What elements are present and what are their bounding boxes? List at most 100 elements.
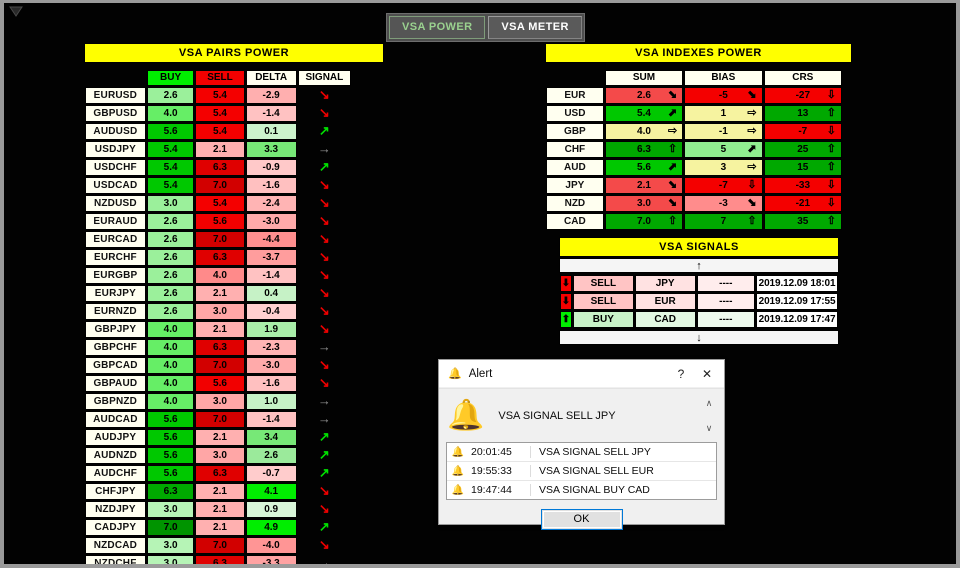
index-sum-value-cell: 7.0 ⇧ <box>604 213 684 230</box>
pairs-table-row[interactable]: AUDCHF 5.6 6.3 -0.7 ↗ <box>85 465 351 482</box>
tab-vsa-meter[interactable]: VSA METER <box>488 16 582 39</box>
pair-sell-value: 2.1 <box>195 429 245 446</box>
pairs-table-row[interactable]: NZDCHF 3.0 6.3 -3.3 → <box>85 554 351 568</box>
pairs-col-blank <box>85 70 146 86</box>
pairs-table-row[interactable]: GBPCAD 4.0 7.0 -3.0 ↘ <box>85 357 351 374</box>
index-arrow-right-icon: ⇨ <box>747 107 757 119</box>
pair-symbol: GBPUSD <box>85 105 146 122</box>
index-sum-value-cell: 4.0 ⇨ <box>604 123 684 140</box>
signal-arrow-down-icon: ↘ <box>318 302 330 318</box>
indexes-table-row[interactable]: AUD 5.6 ⬈ 3 ⇨ 15 ⇧ <box>546 159 842 176</box>
indexes-table-row[interactable]: EUR 2.6 ⬊ -5 ⬊ -27 ⇩ <box>546 87 842 104</box>
pairs-table: BUY SELL DELTA SIGNAL EURUSD 2.6 5.4 -2.9 ↘ G… <box>84 69 352 568</box>
index-bias-value-cell: 7 ⇧ <box>684 213 763 230</box>
pairs-table-row[interactable]: EURJPY 2.6 2.1 0.4 ↘ <box>85 285 351 302</box>
signal-value: ---- <box>696 275 756 292</box>
spinner-up-icon[interactable]: ∧ <box>706 398 713 409</box>
index-arrow-up-icon: ⇧ <box>826 143 836 155</box>
pair-signal-cell: ↗ <box>298 429 351 446</box>
indexes-table-row[interactable]: CHF 6.3 ⇧ 5 ⬈ 25 ⇧ <box>546 141 842 158</box>
pair-buy-value: 6.3 <box>146 483 195 500</box>
index-currency: GBP <box>546 123 604 140</box>
pair-symbol: USDCAD <box>85 177 146 194</box>
pairs-table-row[interactable]: GBPUSD 4.0 5.4 -1.4 ↘ <box>85 105 351 122</box>
bell-large-icon: 🔔 <box>447 399 485 432</box>
pairs-table-row[interactable]: USDCAD 5.4 7.0 -1.6 ↘ <box>85 177 351 194</box>
indexes-table-row[interactable]: CAD 7.0 ⇧ 7 ⇧ 35 ⇧ <box>546 213 842 230</box>
pairs-table-row[interactable]: USDCHF 5.4 6.3 -0.9 ↗ <box>85 159 351 176</box>
indexes-table-row[interactable]: JPY 2.1 ⬊ -7 ⇩ -33 ⇩ <box>546 177 842 194</box>
pair-buy-value: 4.0 <box>146 105 195 122</box>
signals-scroll-down-button[interactable]: ↓ <box>559 330 839 345</box>
signal-value: ---- <box>696 293 756 310</box>
pairs-table-row[interactable]: NZDUSD 3.0 5.4 -2.4 ↘ <box>85 195 351 212</box>
pairs-table-row[interactable]: NZDCAD 3.0 7.0 -4.0 ↘ <box>85 537 351 554</box>
pairs-table-row[interactable]: EURAUD 2.6 5.6 -3.0 ↘ <box>85 213 351 230</box>
caret-down-icon[interactable] <box>9 6 23 18</box>
close-icon[interactable]: ✕ <box>694 361 720 387</box>
signal-arrow-up-icon: ↗ <box>318 518 330 534</box>
alert-titlebar[interactable]: 🔔 Alert ? ✕ <box>439 360 724 388</box>
pairs-col-sell: SELL <box>195 70 245 86</box>
pairs-table-row[interactable]: EURCAD 2.6 7.0 -4.4 ↘ <box>85 231 351 248</box>
signal-arrow-down-icon: ↘ <box>318 500 330 516</box>
spinner-down-icon[interactable]: ∨ <box>706 423 713 434</box>
signal-row[interactable]: ⬇ SELL JPY ---- 2019.12.09 18:01 <box>560 275 838 292</box>
tab-vsa-power[interactable]: VSA POWER <box>389 16 486 39</box>
index-arrow-down-icon: ⇩ <box>826 179 836 191</box>
pair-symbol: EURUSD <box>85 87 146 104</box>
pairs-table-row[interactable]: EURGBP 2.6 4.0 -1.4 ↘ <box>85 267 351 284</box>
index-currency: AUD <box>546 159 604 176</box>
alert-list-item[interactable]: 🔔 19:47:44 VSA SIGNAL BUY CAD <box>447 481 716 499</box>
alert-item-text: VSA SIGNAL SELL JPY <box>539 446 651 458</box>
pairs-table-row[interactable]: AUDNZD 5.6 3.0 2.6 ↗ <box>85 447 351 464</box>
pair-buy-value: 4.0 <box>146 339 195 356</box>
alert-list-item[interactable]: 🔔 20:01:45 VSA SIGNAL SELL JPY <box>447 443 716 462</box>
indexes-table-row[interactable]: USD 5.4 ⬈ 1 ⇨ 13 ⇧ <box>546 105 842 122</box>
signal-arrow-down-icon: ↘ <box>318 248 330 264</box>
pairs-table-row[interactable]: GBPNZD 4.0 3.0 1.0 → <box>85 393 351 410</box>
pair-signal-cell: ↘ <box>298 321 351 338</box>
index-arrow-up-icon: ⇧ <box>747 215 757 227</box>
pair-delta-value: -4.0 <box>245 537 297 554</box>
ok-button[interactable]: OK <box>540 508 623 530</box>
pair-delta-value: 2.6 <box>245 447 297 464</box>
signal-symbol: JPY <box>634 275 696 292</box>
signal-arrow-down-icon: ↘ <box>318 230 330 246</box>
pair-sell-value: 6.3 <box>195 159 245 176</box>
indexes-table-row[interactable]: GBP 4.0 ⇨ -1 ⇨ -7 ⇩ <box>546 123 842 140</box>
signal-arrow-down-icon: ↘ <box>318 86 330 102</box>
signal-arrow-flat-icon: → <box>317 554 331 568</box>
index-arrow-down-right-icon: ⬊ <box>667 179 678 191</box>
indexes-table-row[interactable]: NZD 3.0 ⬊ -3 ⬊ -21 ⇩ <box>546 195 842 212</box>
alert-list-item[interactable]: 🔔 19:55:33 VSA SIGNAL SELL EUR <box>447 462 716 481</box>
pair-delta-value: -0.4 <box>245 303 297 320</box>
pairs-table-row[interactable]: GBPAUD 4.0 5.6 -1.6 ↘ <box>85 375 351 392</box>
pairs-table-row[interactable]: AUDCAD 5.6 7.0 -1.4 → <box>85 411 351 428</box>
signal-row[interactable]: ⬇ SELL EUR ---- 2019.12.09 17:55 <box>560 293 838 310</box>
pairs-table-row[interactable]: USDJPY 5.4 2.1 3.3 → <box>85 141 351 158</box>
pairs-table-row[interactable]: GBPJPY 4.0 2.1 1.9 ↘ <box>85 321 351 338</box>
pair-signal-cell: ↘ <box>298 375 351 392</box>
bell-icon: 🔔 <box>448 368 462 380</box>
pair-buy-value: 3.0 <box>146 537 195 554</box>
pair-buy-value: 5.6 <box>146 123 195 140</box>
pair-sell-value: 6.3 <box>195 465 245 482</box>
index-currency: CHF <box>546 141 604 158</box>
signals-scroll-up-button[interactable]: ↑ <box>559 258 839 273</box>
pairs-table-row[interactable]: EURUSD 2.6 5.4 -2.9 ↘ <box>85 87 351 104</box>
pairs-table-row[interactable]: GBPCHF 4.0 6.3 -2.3 → <box>85 339 351 356</box>
pairs-table-row[interactable]: AUDJPY 5.6 2.1 3.4 ↗ <box>85 429 351 446</box>
pairs-table-row[interactable]: AUDUSD 5.6 5.4 0.1 ↗ <box>85 123 351 140</box>
pairs-table-row[interactable]: EURNZD 2.6 3.0 -0.4 ↘ <box>85 303 351 320</box>
pairs-table-row[interactable]: EURCHF 2.6 6.3 -3.7 ↘ <box>85 249 351 266</box>
pair-signal-cell: ↘ <box>298 105 351 122</box>
pairs-table-row[interactable]: CADJPY 7.0 2.1 4.9 ↗ <box>85 519 351 536</box>
pairs-table-row[interactable]: CHFJPY 6.3 2.1 4.1 ↘ <box>85 483 351 500</box>
help-button[interactable]: ? <box>668 361 694 387</box>
pair-sell-value: 5.4 <box>195 87 245 104</box>
index-currency: JPY <box>546 177 604 194</box>
pair-signal-cell: → <box>298 554 351 568</box>
pairs-table-row[interactable]: NZDJPY 3.0 2.1 0.9 ↘ <box>85 501 351 518</box>
signal-row[interactable]: ⬆ BUY CAD ---- 2019.12.09 17:47 <box>560 311 838 328</box>
